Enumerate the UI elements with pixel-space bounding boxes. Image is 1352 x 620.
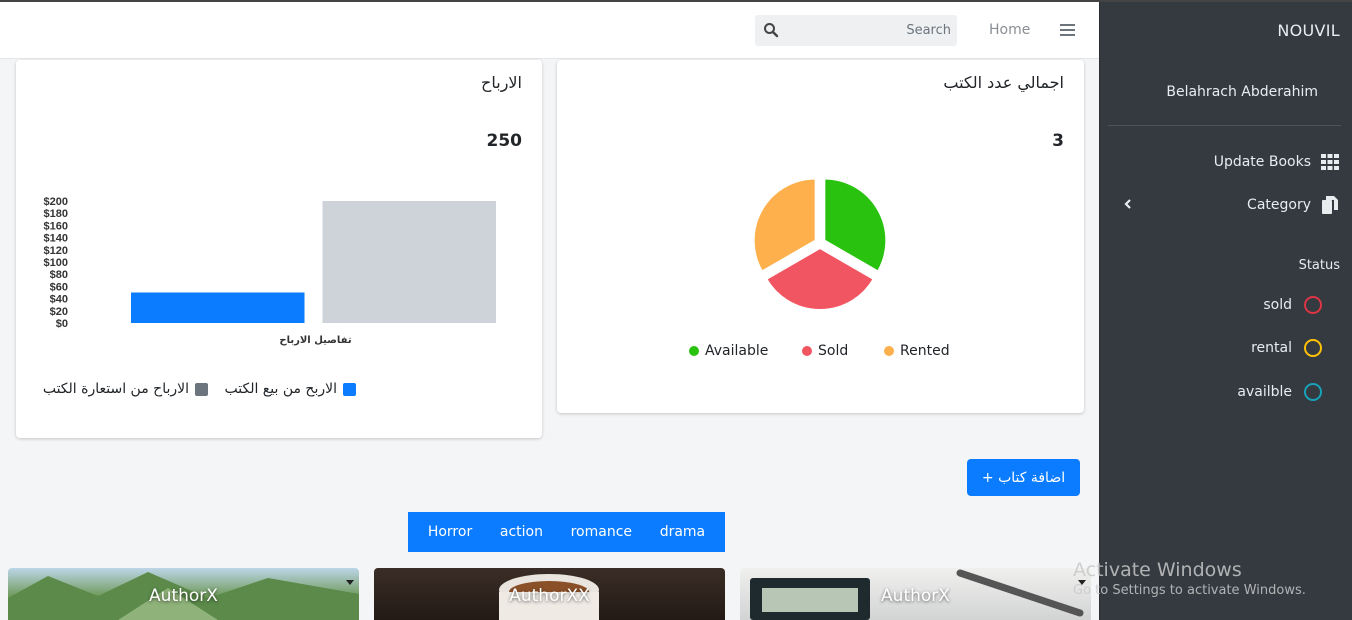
sidebar-divider: [1108, 125, 1341, 126]
search-input[interactable]: [785, 15, 951, 46]
bar-rentals[interactable]: [322, 201, 497, 323]
book-card[interactable]: AuthorX: [740, 568, 1091, 620]
legend-item-rented[interactable]: Rented: [884, 343, 950, 359]
genre-link-drama[interactable]: drama: [660, 524, 705, 540]
yellow-circle-icon: [1304, 339, 1322, 357]
teal-circle-icon: [1304, 383, 1322, 401]
y-tick-label: $40: [50, 294, 68, 306]
copy-icon: [1320, 196, 1340, 214]
y-tick-label: $120: [44, 245, 68, 257]
green-dot-icon: [689, 346, 699, 356]
book-author: AuthorXX: [509, 586, 590, 606]
status-item-rental[interactable]: rental: [1251, 339, 1322, 357]
status-label: sold: [1263, 297, 1292, 313]
search-box: [755, 15, 957, 46]
book-card[interactable]: AuthorX: [8, 568, 359, 620]
y-tick-label: $80: [50, 269, 68, 281]
legend-item-rentals[interactable]: الارباح من استعارة الكتب: [43, 381, 208, 397]
hamburger-menu-icon[interactable]: [1060, 24, 1075, 36]
top-navbar: Home: [0, 2, 1099, 59]
watermark-title: Activate Windows: [1073, 559, 1242, 581]
sidebar-item-label: Category: [1247, 197, 1311, 213]
genre-link-romance[interactable]: romance: [571, 524, 632, 540]
status-item-sold[interactable]: sold: [1263, 296, 1322, 314]
status-section-title: Status: [1298, 258, 1340, 273]
legend-label: Available: [705, 343, 769, 359]
y-tick-label: $20: [50, 306, 68, 318]
search-icon[interactable]: [763, 22, 779, 38]
y-tick-label: $0: [56, 318, 68, 330]
nav-home-link[interactable]: Home: [989, 22, 1030, 38]
y-tick-label: $200: [44, 196, 68, 208]
books-pie-chart: [752, 177, 888, 311]
status-item-availble[interactable]: availble: [1237, 383, 1322, 401]
caret-down-icon[interactable]: [346, 580, 354, 585]
watermark-subtitle: Go to Settings to activate Windows.: [1073, 583, 1306, 598]
grid-icon: [1320, 153, 1340, 171]
legend-label: Rented: [900, 343, 950, 359]
book-author: AuthorX: [149, 586, 218, 606]
sidebar: NOUVIL Belahrach Abderahim Update Books …: [1099, 2, 1352, 620]
legend-item-sales[interactable]: الاربح من بيع الكتب: [224, 381, 356, 397]
genre-filter-bar: Horror action romance drama: [408, 512, 725, 552]
books-card: اجمالي عدد الكتب 3 Available Sold Rented: [557, 60, 1084, 413]
y-tick-label: $160: [44, 220, 68, 232]
y-tick-label: $60: [50, 281, 68, 293]
sidebar-item-update-books[interactable]: Update Books: [1214, 150, 1340, 174]
red-circle-icon: [1304, 296, 1322, 314]
y-tick-label: $180: [44, 208, 68, 220]
brand-logo[interactable]: NOUVIL: [1277, 21, 1340, 40]
book-author: AuthorX: [881, 586, 950, 606]
user-name[interactable]: Belahrach Abderahim: [1166, 84, 1318, 100]
x-category-label: تفاصيل الارباح: [279, 335, 351, 346]
profit-card: الارباح 250 $0 $20 $40 $60 $80 $100 $120 $140 $1…: [16, 60, 542, 438]
genre-link-action[interactable]: action: [500, 524, 543, 540]
bar-sales[interactable]: [131, 292, 305, 324]
status-label: availble: [1237, 384, 1292, 400]
y-tick-label: $140: [44, 233, 68, 245]
y-tick-label: $100: [44, 257, 68, 269]
legend-label: الارباح من استعارة الكتب: [42, 381, 189, 397]
legend-item-available[interactable]: Available: [689, 343, 768, 359]
profit-bar-chart: $0$20$40$60$80$100$120$140$160$180$200 تف…: [44, 196, 497, 346]
activate-windows-watermark: Activate Windows Go to Settings to activ…: [1073, 559, 1306, 598]
sidebar-item-category[interactable]: Category: [1247, 193, 1340, 217]
gray-square-icon: [195, 382, 208, 396]
add-book-button[interactable]: + اضافة كتاب: [967, 459, 1080, 496]
red-dot-icon: [802, 346, 812, 356]
legend-label: Sold: [818, 343, 849, 359]
chevron-left-icon[interactable]: [1123, 198, 1133, 210]
legend-label: الاربح من بيع الكتب: [224, 381, 337, 397]
genre-link-horror[interactable]: Horror: [428, 524, 472, 540]
legend-item-sold[interactable]: Sold: [802, 343, 848, 359]
book-card[interactable]: AuthorXX: [374, 568, 725, 620]
sidebar-item-label: Update Books: [1213, 154, 1311, 170]
orange-dot-icon: [884, 346, 894, 356]
blue-square-icon: [343, 382, 356, 396]
status-label: rental: [1251, 340, 1292, 356]
